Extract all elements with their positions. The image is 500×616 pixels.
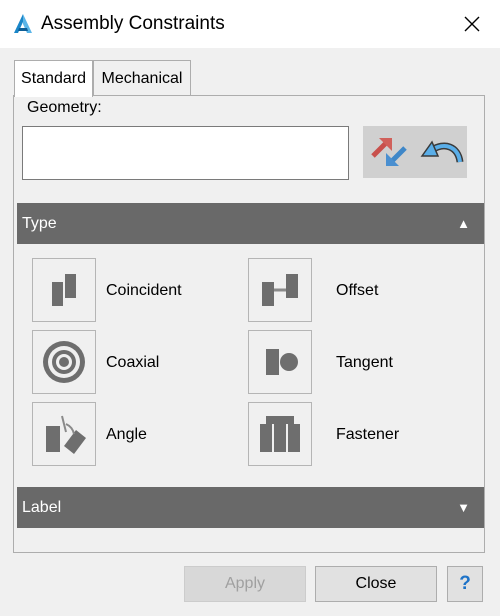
coincident-button[interactable] [32, 258, 96, 322]
coincident-icon [52, 272, 76, 308]
close-window-button[interactable] [452, 4, 492, 44]
apply-button-label: Apply [224, 575, 266, 592]
swap-arrows-icon [371, 138, 407, 166]
offset-label: Offset [336, 282, 379, 299]
type-section-label: Type [22, 214, 57, 232]
window-title: Assembly Constraints [41, 13, 225, 34]
help-icon: ? [459, 573, 471, 594]
help-button[interactable]: ? [447, 566, 483, 602]
geometry-field[interactable] [22, 126, 349, 180]
close-button-label: Close [355, 575, 397, 592]
fastener-icon [260, 416, 300, 452]
angle-label: Angle [106, 426, 147, 443]
coincident-label: Coincident [106, 282, 182, 299]
tab-mechanical[interactable]: Mechanical [93, 60, 191, 96]
coaxial-label: Coaxial [106, 354, 160, 371]
close-button[interactable]: Close [315, 566, 437, 602]
angle-button[interactable] [32, 402, 96, 466]
title-bar: Assembly Constraints [0, 0, 500, 48]
reverse-button[interactable] [415, 126, 467, 178]
type-section-header[interactable]: Type ▲ [17, 203, 484, 244]
offset-icon [262, 274, 298, 306]
apply-button[interactable]: Apply [184, 566, 306, 602]
coaxial-button[interactable] [32, 330, 96, 394]
tangent-icon [266, 346, 298, 378]
tab-standard-label: Standard [21, 70, 86, 87]
curved-arrow-icon [420, 140, 464, 163]
swap-geometry-button[interactable] [363, 126, 415, 178]
label-section-header[interactable]: Label ▼ [17, 487, 484, 528]
fastener-button[interactable] [248, 402, 312, 466]
collapse-up-icon: ▲ [457, 216, 470, 231]
tab-standard[interactable]: Standard [14, 60, 93, 97]
geometry-label: Geometry: [27, 99, 102, 116]
angle-icon [46, 415, 86, 454]
tangent-button[interactable] [248, 330, 312, 394]
offset-button[interactable] [248, 258, 312, 322]
tab-mechanical-label: Mechanical [101, 69, 183, 87]
app-logo-icon [14, 14, 32, 33]
expand-down-icon: ▼ [457, 500, 470, 515]
tangent-label: Tangent [336, 354, 393, 371]
fastener-label: Fastener [336, 426, 400, 443]
coaxial-icon [43, 341, 85, 383]
close-icon [464, 16, 480, 32]
label-section-label: Label [22, 498, 62, 516]
